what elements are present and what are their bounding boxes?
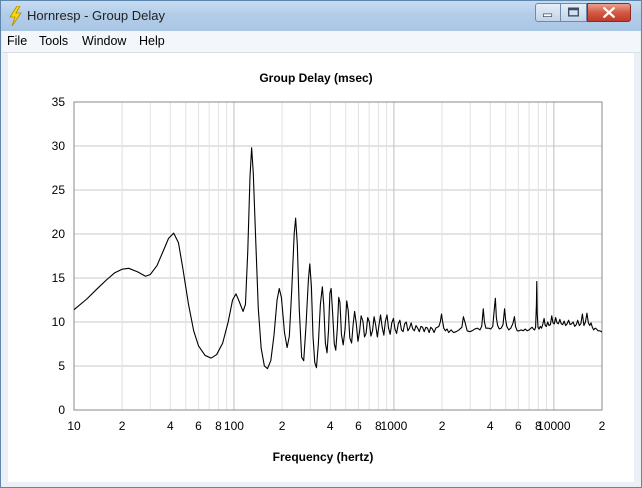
- menu-help[interactable]: Help: [139, 34, 165, 48]
- x-tick-label: 2: [599, 419, 606, 433]
- x-tick-label: 2: [119, 419, 126, 433]
- close-button[interactable]: [587, 3, 631, 22]
- x-tick-label: 6: [195, 419, 202, 433]
- menu-file[interactable]: File: [7, 34, 27, 48]
- minimize-button[interactable]: [535, 3, 561, 22]
- window-title: Hornresp - Group Delay: [27, 8, 165, 23]
- menu-window[interactable]: Window: [82, 34, 126, 48]
- x-tick-label: 2: [279, 419, 286, 433]
- x-tick-label: 100: [224, 419, 244, 433]
- y-tick-label: 30: [52, 139, 66, 153]
- title-bar[interactable]: Hornresp - Group Delay: [1, 1, 641, 31]
- y-tick-label: 25: [52, 183, 66, 197]
- y-axis-ticks: 0 5 10 15 20 25 30 35: [52, 95, 66, 417]
- chart-title: Group Delay (msec): [259, 71, 372, 85]
- y-tick-label: 10: [52, 315, 66, 329]
- x-tick-label: 4: [167, 419, 174, 433]
- grid-lines: [73, 101, 603, 411]
- x-axis-ticks: 10 2 4 6 8 100 2 4 6 81000 2 4 6 810000 2: [67, 419, 605, 433]
- menu-bar: File Tools Window Help: [2, 31, 640, 53]
- close-icon: [603, 7, 615, 18]
- maximize-button[interactable]: [561, 3, 587, 22]
- x-tick-label: 6: [355, 419, 362, 433]
- x-tick-label: 4: [327, 419, 334, 433]
- y-tick-label: 5: [58, 359, 65, 373]
- y-tick-label: 0: [58, 403, 65, 417]
- group-delay-trace: [73, 147, 602, 370]
- x-axis-label: Frequency (hertz): [273, 450, 374, 464]
- x-tick-label: 2: [439, 419, 446, 433]
- app-window: Hornresp - Group Delay File Tools Window…: [0, 0, 642, 488]
- chart-area: Group Delay (msec) 0 5 10 15 20 25 30 35 10 2 4 6 8…: [8, 53, 634, 482]
- plot-frame: [73, 101, 603, 411]
- y-tick-label: 15: [52, 271, 66, 285]
- x-tick-label: 1000: [381, 419, 408, 433]
- x-tick-label: 4: [487, 419, 494, 433]
- y-tick-label: 20: [52, 227, 66, 241]
- minimize-icon: [543, 13, 553, 18]
- maximize-icon: [568, 7, 579, 17]
- y-tick-label: 35: [52, 95, 66, 109]
- lightning-bolt-icon: [7, 5, 23, 27]
- x-tick-label: 10000: [537, 419, 571, 433]
- group-delay-chart: Group Delay (msec) 05101520253035 10 2 4 6 8…: [52, 71, 606, 464]
- x-tick-label: 6: [515, 419, 522, 433]
- x-tick-label: 8: [215, 419, 222, 433]
- x-tick-label: 10: [67, 419, 81, 433]
- menu-tools[interactable]: Tools: [39, 34, 68, 48]
